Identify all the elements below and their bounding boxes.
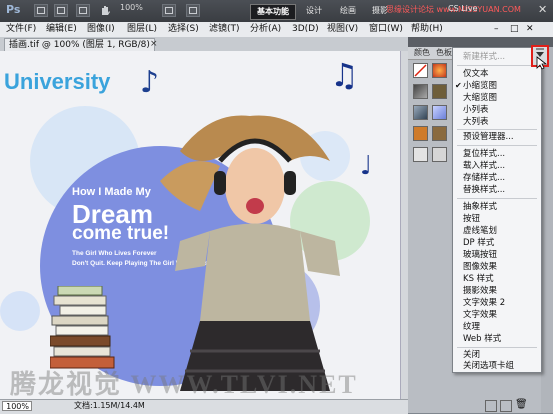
styles-panel-menu: 新建样式... 仅文本 ✔ 小缩览图 大缩览图 小列表 大列表 预设管理器...…: [452, 47, 542, 373]
document-tab[interactable]: 插画.tif @ 100% (图层 1, RGB/8): [4, 38, 155, 52]
menu-separator: [457, 65, 537, 66]
menu-item-buttons[interactable]: 按钮: [463, 214, 480, 224]
menu-item-small-thumbnail[interactable]: 小缩览图: [463, 81, 497, 91]
menu-item-close[interactable]: 关闭: [463, 350, 480, 360]
menu-separator: [457, 198, 537, 199]
menu-item-reset-styles[interactable]: 复位样式...: [463, 149, 505, 159]
cursor-icon: [536, 56, 548, 70]
site-watermark-bottom: 腾龙视觉 WWW.TLVI.NET: [10, 370, 358, 399]
screen-mode-icon[interactable]: [186, 4, 200, 17]
menu-separator: [457, 347, 537, 348]
menu-item-glass-buttons[interactable]: 玻璃按钮: [463, 250, 497, 260]
style-swatch[interactable]: [432, 126, 447, 141]
style-swatch[interactable]: [413, 147, 428, 162]
style-swatch[interactable]: [432, 63, 447, 78]
tab-color[interactable]: 颜色: [410, 47, 434, 59]
menu-separator: [457, 145, 537, 146]
workspace-basic-button[interactable]: 基本功能: [250, 4, 296, 20]
menu-analysis[interactable]: 分析(A): [250, 22, 281, 37]
menu-edit[interactable]: 编辑(E): [46, 22, 77, 37]
minimize-icon[interactable]: –: [494, 24, 499, 34]
menu-view[interactable]: 视图(V): [327, 22, 358, 37]
menu-item-load-styles[interactable]: 载入样式...: [463, 161, 505, 171]
menu-item-preset-manager[interactable]: 预设管理器...: [463, 132, 514, 142]
style-swatch[interactable]: [413, 84, 428, 99]
hand-tool-icon[interactable]: [98, 3, 112, 17]
zoom-level-select[interactable]: 100%: [120, 3, 143, 12]
mini-bridge-icon[interactable]: [54, 4, 68, 17]
music-note-icon: ♫: [330, 56, 359, 94]
menu-item-image-effects[interactable]: 图像效果: [463, 262, 497, 272]
menu-filter[interactable]: 滤镜(T): [209, 22, 240, 37]
menu-layer[interactable]: 图层(L): [127, 22, 157, 37]
menu-item-replace-styles[interactable]: 替换样式...: [463, 185, 505, 195]
status-bar: [0, 399, 408, 414]
new-style-icon[interactable]: [485, 400, 497, 412]
menu-image[interactable]: 图像(I): [87, 22, 115, 37]
style-swatch[interactable]: [432, 84, 447, 99]
menu-window[interactable]: 窗口(W): [369, 22, 403, 37]
menu-item-save-styles[interactable]: 存储样式...: [463, 173, 505, 183]
university-heading: University: [4, 69, 111, 94]
window-controls: – □ ✕: [490, 24, 540, 35]
close-window-icon[interactable]: ✕: [526, 24, 534, 34]
style-swatch[interactable]: [413, 126, 428, 141]
style-swatch[interactable]: [413, 105, 428, 120]
menu-item-new-style: 新建样式...: [463, 52, 506, 62]
checkmark-icon: ✔: [455, 81, 462, 90]
close-icon[interactable]: ✕: [538, 3, 547, 16]
menu-item-large-list[interactable]: 大列表: [463, 117, 489, 127]
maximize-icon[interactable]: □: [510, 24, 519, 34]
menu-item-dotted-strokes[interactable]: 虚线笔划: [463, 226, 497, 236]
menu-item-large-thumbnail[interactable]: 大缩览图: [463, 93, 497, 103]
menu-item-ks-styles[interactable]: KS 样式: [463, 274, 494, 284]
menu-item-text-effects[interactable]: 文字效果: [463, 310, 497, 320]
document-info: 文档:1.15M/14.4M: [74, 401, 145, 410]
girl-with-headphones-illustration: [140, 91, 360, 399]
style-swatch[interactable]: [432, 147, 447, 162]
style-swatch[interactable]: [432, 105, 447, 120]
menu-3d[interactable]: 3D(D): [292, 22, 319, 37]
panel-scroll-edge: [541, 47, 553, 413]
menu-item-text-only[interactable]: 仅文本: [463, 69, 489, 79]
zoom-field[interactable]: 100%: [2, 401, 32, 411]
view-extras-icon[interactable]: [76, 4, 90, 17]
menu-select[interactable]: 选择(S): [168, 22, 199, 37]
decor-bubble: [0, 291, 40, 331]
menu-separator: [457, 129, 537, 130]
menu-item-small-list[interactable]: 小列表: [463, 105, 489, 115]
menu-item-photographic-effects[interactable]: 摄影效果: [463, 286, 497, 296]
workspace-painting-button[interactable]: 绘画: [334, 4, 362, 18]
workspace-design-button[interactable]: 设计: [300, 4, 328, 18]
arrange-documents-icon[interactable]: [162, 4, 176, 17]
menu-file[interactable]: 文件(F): [6, 22, 36, 37]
create-new-icon[interactable]: [500, 400, 512, 412]
book-stack-illustration: [49, 285, 120, 371]
menu-item-text-effects-2[interactable]: 文字效果 2: [463, 298, 505, 308]
style-none-swatch[interactable]: [413, 63, 428, 78]
document-close-icon[interactable]: ×: [150, 39, 158, 49]
menu-item-dp-styles[interactable]: DP 样式: [463, 238, 494, 248]
bridge-icon[interactable]: [34, 4, 48, 17]
document-canvas[interactable]: University ♪ ♫ ♩ How I Made My Dream com…: [0, 51, 400, 399]
cs-live-button[interactable]: CS Live: [448, 4, 478, 13]
trash-icon[interactable]: 🗑: [515, 399, 528, 410]
music-note-icon: ♩: [360, 151, 373, 181]
menu-help[interactable]: 帮助(H): [411, 22, 443, 37]
menu-item-close-tab-group[interactable]: 关闭选项卡组: [463, 361, 514, 371]
menu-item-abstract-styles[interactable]: 抽象样式: [463, 202, 497, 212]
photoshop-logo: Ps: [6, 3, 21, 16]
menu-item-textures[interactable]: 纹理: [463, 322, 480, 332]
menu-item-web-styles[interactable]: Web 样式: [463, 334, 501, 344]
